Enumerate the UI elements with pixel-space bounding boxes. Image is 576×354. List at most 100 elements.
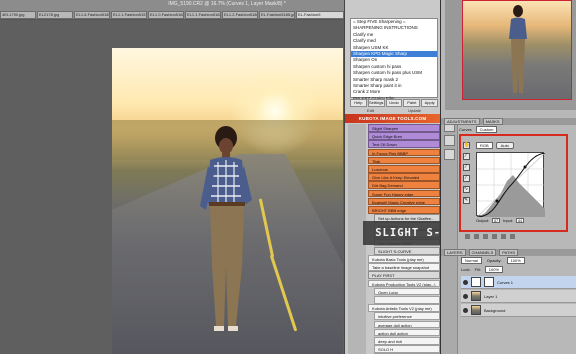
doc-tab-active[interactable]: EL.Fashion5	[296, 11, 344, 19]
fill-field[interactable]: 100%	[484, 266, 504, 273]
edit-label[interactable]: Edit	[367, 108, 374, 113]
action-item[interactable]: SLIGHT S-CURVE	[374, 246, 440, 255]
paint-button[interactable]: Paint	[403, 99, 421, 107]
doc-tab[interactable]: EL1.2.Fashion5186.jpg	[222, 11, 258, 19]
update-label[interactable]: Update	[408, 108, 421, 113]
doc-tab[interactable]: EL1.1.Fashion5182.jpg	[185, 11, 221, 19]
auto-button[interactable]: Auto	[495, 142, 514, 149]
channel-select[interactable]: RGB	[476, 142, 493, 149]
curves-graph[interactable]	[476, 152, 546, 218]
curves-io-row: Output: 87 Input: 64	[476, 218, 525, 223]
action-item[interactable]: Open Logo	[374, 287, 440, 296]
action-item[interactable]: Super Fun Happy edge	[368, 189, 440, 198]
pencil-icon[interactable]: ✎	[462, 197, 470, 204]
input-field[interactable]: 64	[516, 218, 525, 223]
undo-button[interactable]: Undo	[385, 99, 403, 107]
adjustments-tabs: ADJUSTMENTS MASKS	[441, 118, 576, 125]
adjustments-footer-icons	[462, 234, 570, 242]
doc-tab[interactable]: EL2178.jpg	[37, 11, 73, 19]
eyedropper-icon[interactable]: ⁄	[462, 175, 470, 182]
curves-adjustment-icon	[471, 277, 481, 287]
tab-adjustments[interactable]: ADJUSTMENTS	[444, 118, 480, 125]
help-button[interactable]: Help	[350, 99, 367, 107]
action-item[interactable]: Quick Edge Burn	[368, 132, 440, 140]
reset-icon[interactable]	[501, 234, 506, 239]
curves-label: Curves	[459, 127, 472, 132]
info-icon[interactable]	[444, 135, 455, 146]
doc-tab[interactable]: 4EL1790.jpg	[0, 11, 36, 19]
tab-channels[interactable]: CHANNELS	[468, 249, 497, 256]
history-button-row: Help Settings Undo Paint Apply	[350, 99, 438, 107]
preset-select[interactable]: Custom	[475, 126, 498, 133]
eye-icon[interactable]	[463, 307, 468, 313]
apply-button[interactable]: Apply	[421, 99, 438, 107]
history-list[interactable]: = Step FIVE Sharpening = SHARPENING INST…	[350, 18, 438, 101]
action-item[interactable]: action dull action	[374, 328, 440, 337]
trash-icon[interactable]	[510, 234, 515, 239]
output-label: Output:	[476, 218, 490, 223]
output-field[interactable]: 87	[492, 218, 501, 223]
clip-icon[interactable]	[483, 234, 488, 239]
tab-paths[interactable]: PATHS	[499, 249, 519, 256]
curve-point-icon[interactable]: ∿	[462, 186, 470, 193]
action-item[interactable]: Text Oil Down	[368, 140, 440, 149]
curves-graph-svg	[476, 152, 546, 218]
back-icon[interactable]	[465, 234, 470, 239]
curves-top-row: RGB Auto	[476, 142, 514, 149]
layer-mask-thumbnail[interactable]	[484, 277, 494, 287]
action-item[interactable]: Luscious	[368, 164, 440, 173]
brush-icon[interactable]	[444, 149, 455, 160]
navigator-thumbnail[interactable]	[462, 0, 572, 100]
action-item[interactable]	[374, 295, 440, 304]
curves-tools: ✋ ⁄ ⁄ ⁄ ∿ ✎	[461, 142, 471, 222]
layer-1[interactable]: Layer 1	[461, 290, 576, 303]
eyedropper-icon[interactable]: ⁄	[462, 164, 470, 171]
doc-tab[interactable]: EL.Fashion5185.jpg	[259, 11, 295, 19]
action-item[interactable]: Slight Sharpen	[368, 124, 440, 132]
expand-icon[interactable]	[474, 234, 479, 239]
layer-name: Curves 1	[497, 279, 514, 285]
layer-background[interactable]: Background	[461, 304, 576, 317]
document-tabstrip: IMG_5190.CR2 @ 16.7% (Curves 1, Layer Ma…	[0, 0, 345, 20]
tab-layers[interactable]: LAYERS	[444, 249, 466, 256]
action-item[interactable]: In Focus Pink BBBP	[368, 148, 440, 157]
eye-icon[interactable]	[463, 293, 468, 299]
action-item[interactable]: Kubota Basic Tools (play me)	[368, 255, 440, 263]
layers-lock-row: Lock: Fill: 100%	[461, 266, 504, 273]
opacity-field[interactable]: 100%	[506, 257, 525, 264]
action-item[interactable]: Kubota Production Tools V2 (play...)	[368, 279, 440, 288]
hand-icon[interactable]: ✋	[462, 142, 470, 149]
photo-canvas[interactable]	[112, 48, 343, 354]
layer-thumbnail	[471, 291, 481, 301]
action-item[interactable]: SOLO H	[374, 345, 440, 353]
layer-name: Background	[484, 307, 506, 313]
adjustments-header: Curves Custom	[459, 126, 576, 133]
doc-tab[interactable]: EL1.6.Fashion5185.jpg	[74, 11, 110, 19]
action-item[interactable]: average dull action	[374, 320, 440, 329]
layer-curves-1[interactable]: Curves 1	[461, 276, 576, 289]
eyedropper-icon[interactable]: ⁄	[462, 153, 470, 160]
action-item[interactable]: PLAY FIRST	[368, 271, 440, 280]
action-item[interactable]: BRIGHT BBB edge	[368, 205, 440, 214]
doc-tab[interactable]: EL1.1.Fashion5157.jpg	[111, 11, 147, 19]
action-item[interactable]: Boatwell Magic Creative edge	[368, 197, 440, 206]
action-item[interactable]: Tilak	[368, 156, 440, 165]
action-item[interactable]: Kubota Artistic Tools V2 (play me)	[368, 304, 440, 312]
visibility-icon[interactable]	[492, 234, 497, 239]
action-item[interactable]: Dirt Bag Demand	[368, 181, 440, 189]
settings-button[interactable]: Settings	[367, 99, 385, 107]
layer-thumbnail	[471, 305, 481, 315]
action-item[interactable]: deep and rich	[374, 336, 440, 345]
opacity-label: Opacity:	[486, 258, 502, 263]
layer-name: Layer 1	[484, 293, 498, 299]
tab-masks[interactable]: MASKS	[482, 118, 503, 125]
fill-label: Fill:	[474, 267, 481, 272]
action-item[interactable]: intuitive preference	[374, 312, 440, 320]
action-item[interactable]: Take a baseline image snapshot	[368, 263, 440, 271]
eye-icon[interactable]	[463, 279, 468, 285]
action-item[interactable]: Give Like A Keep Elevated	[368, 173, 440, 181]
history-labels: Edit Update	[350, 108, 438, 113]
blend-mode-select[interactable]: Normal	[461, 257, 482, 264]
doc-tab[interactable]: EL1.0.Fashion5168.jpg	[148, 11, 184, 19]
woman-figure	[200, 126, 252, 331]
